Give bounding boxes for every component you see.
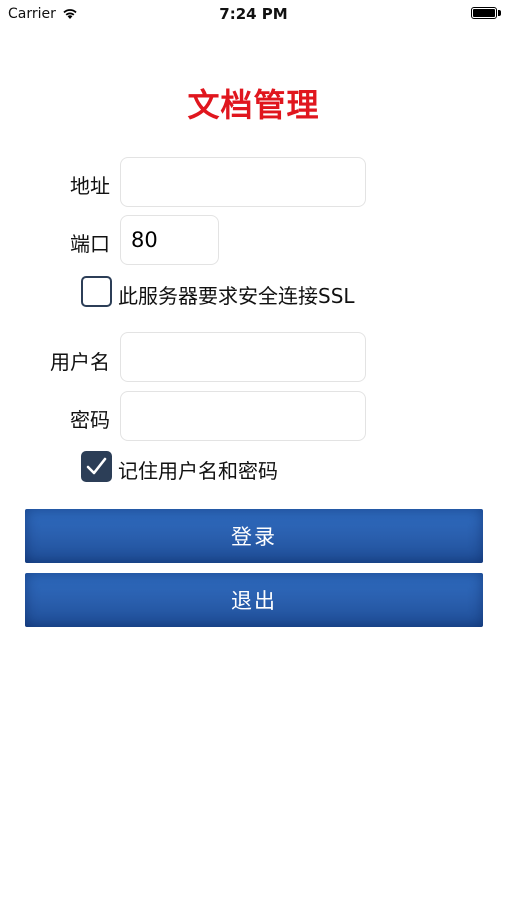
status-bar: Carrier 7:24 PM	[0, 0, 507, 28]
login-button[interactable]: 登录	[25, 509, 483, 563]
battery-icon	[471, 7, 497, 19]
ssl-label: 此服务器要求安全连接SSL	[118, 284, 355, 308]
port-label: 端口	[70, 232, 110, 256]
remember-label: 记住用户名和密码	[118, 459, 278, 483]
battery-tip	[498, 10, 501, 16]
exit-button[interactable]: 退出	[25, 573, 483, 627]
ssl-checkbox[interactable]	[81, 276, 112, 307]
address-label: 地址	[70, 174, 110, 198]
username-label: 用户名	[50, 350, 110, 374]
username-field[interactable]	[120, 332, 366, 382]
address-field[interactable]	[120, 157, 366, 207]
clock: 7:24 PM	[219, 5, 288, 23]
remember-checkbox[interactable]	[81, 451, 112, 482]
port-field[interactable]	[120, 215, 219, 265]
checkmark-icon	[86, 457, 107, 475]
password-label: 密码	[70, 408, 110, 432]
password-field[interactable]	[120, 391, 366, 441]
page-title: 文档管理	[187, 86, 320, 124]
